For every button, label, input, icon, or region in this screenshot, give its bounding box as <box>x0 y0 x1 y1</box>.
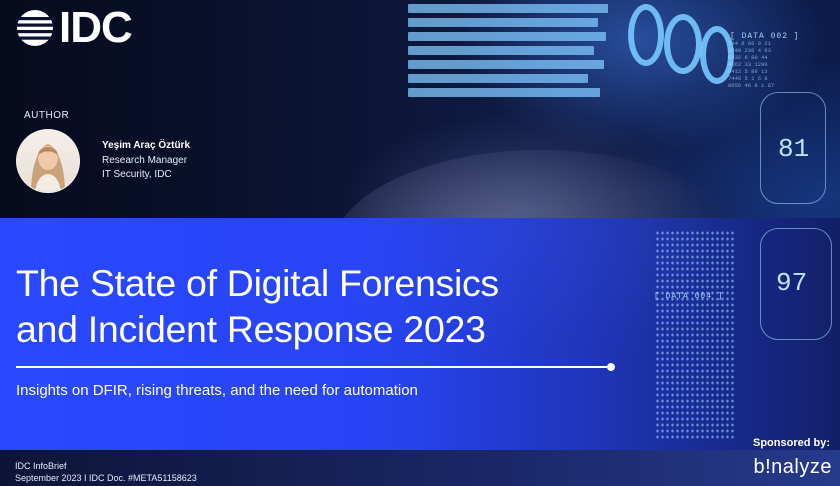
author-photo <box>31 144 65 192</box>
globe-icon <box>16 10 54 46</box>
hud-datastream: 734 8 86 9 21 3240 236 4 83 6432 6 89 44… <box>728 40 775 89</box>
hud-label: [ DATA 004 ] <box>654 292 724 301</box>
sponsor-logo: b!nalyze <box>753 456 832 478</box>
hud-number: 81 <box>778 134 810 164</box>
document-info: September 2023 I IDC Doc. #META51158623 <box>15 473 197 483</box>
document-type: IDC InfoBrief <box>15 461 67 471</box>
report-subtitle: Insights on DFIR, rising threats, and th… <box>16 382 418 399</box>
hud-number: 97 <box>776 268 808 298</box>
author-section-label: AUTHOR <box>24 110 70 121</box>
idc-logo: IDC <box>15 3 133 52</box>
title-divider-dot <box>607 363 615 371</box>
title-divider <box>16 366 612 368</box>
title-line-2: and Incident Response 2023 <box>16 308 486 350</box>
logo-text: IDC <box>59 3 133 52</box>
hud-label: [ DATA 002 ] <box>730 32 800 41</box>
background-screen-bars <box>408 0 608 112</box>
title-line-1: The State of Digital Forensics <box>16 262 499 304</box>
author-role: Research Manager <box>102 155 188 166</box>
author-department: IT Security, IDC <box>102 169 172 180</box>
report-title: The State of Digital Forensics and Incid… <box>16 260 656 352</box>
hud-ring <box>628 4 664 66</box>
background-image: 734 8 86 9 21 3240 236 4 83 6432 6 89 44… <box>0 0 840 486</box>
sponsor-label: Sponsored by: <box>752 437 830 449</box>
author-name: Yeşim Araç Öztürk <box>102 140 191 151</box>
hud-dot-grid <box>655 230 735 440</box>
hud-ring <box>664 14 702 74</box>
author-avatar <box>16 129 80 193</box>
